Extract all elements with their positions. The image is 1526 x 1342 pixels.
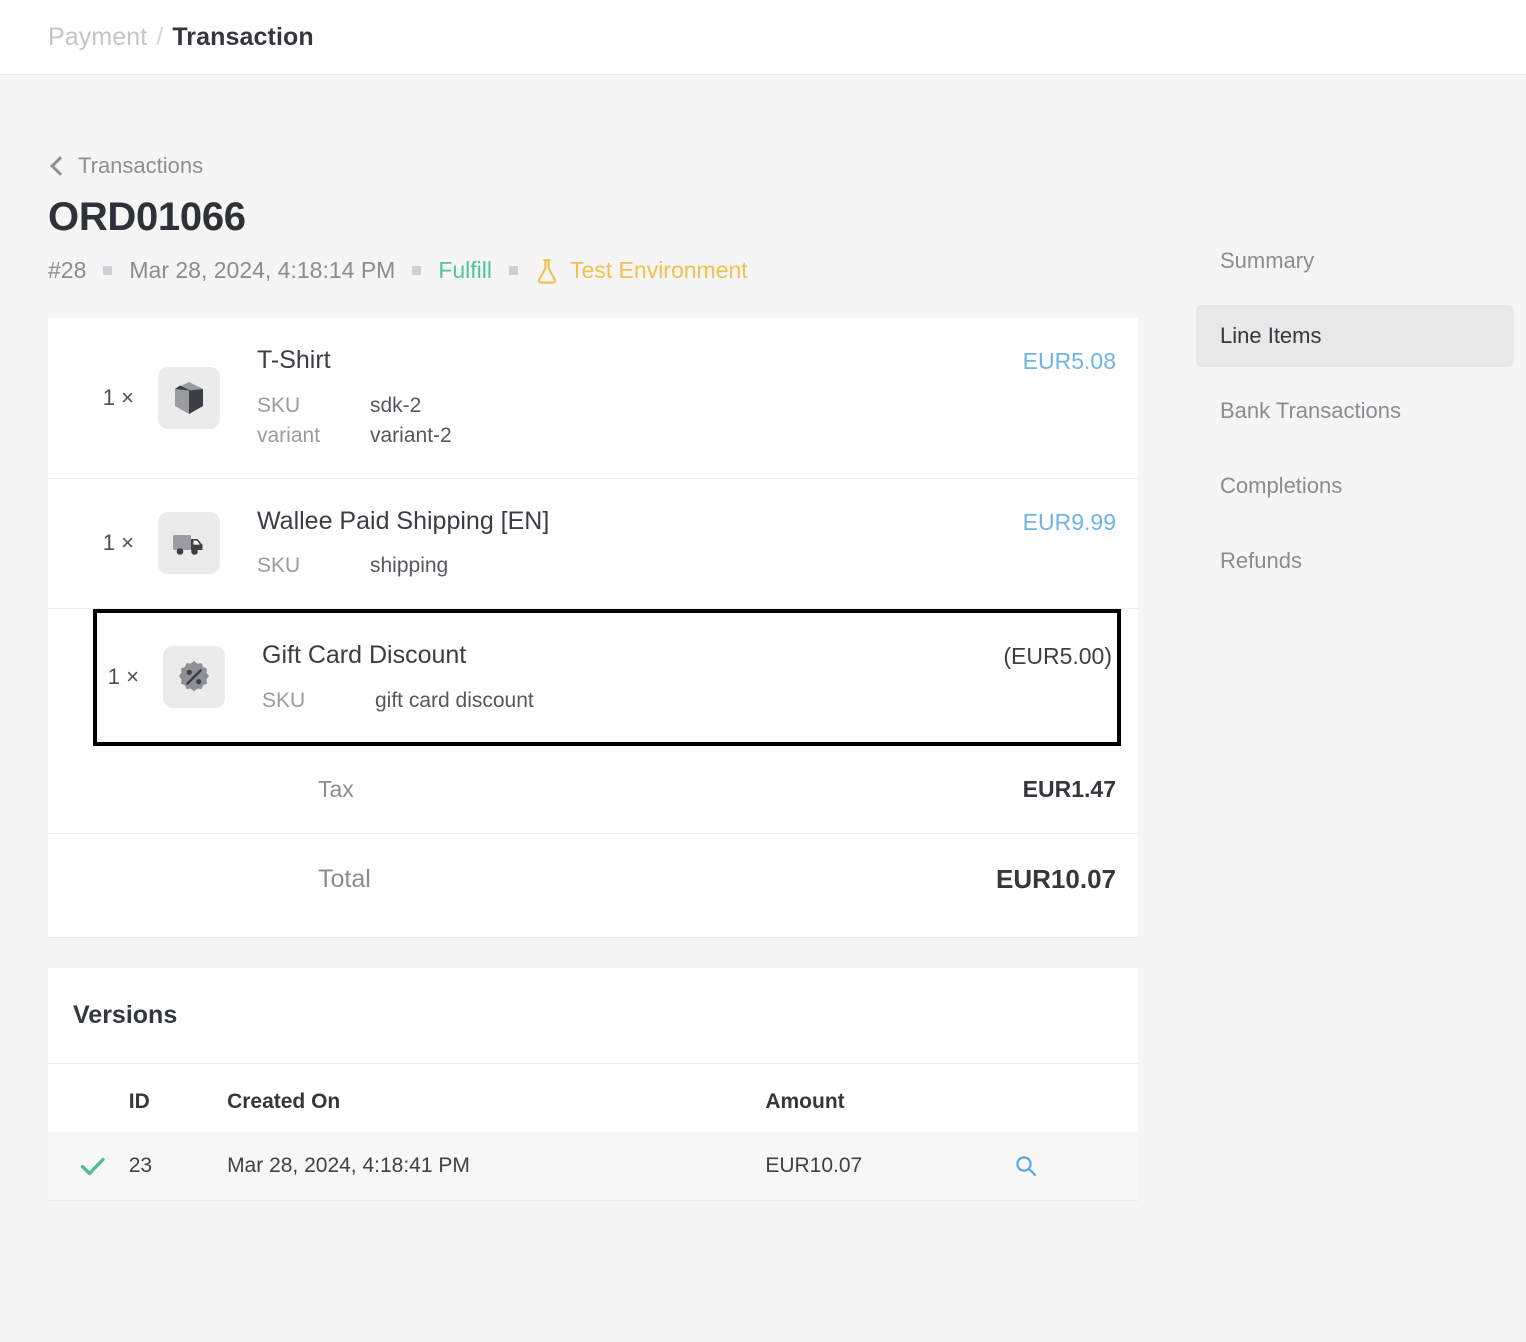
total-label: Total <box>48 865 996 894</box>
line-item-row-highlighted[interactable]: 1 × Gift Card Discount SKU gift card <box>93 609 1121 746</box>
nav-item-label: Summary <box>1220 248 1314 273</box>
attribute-key: SKU <box>257 391 370 421</box>
transaction-meta: #28 Mar 28, 2024, 4:18:14 PM Fulfill Tes… <box>48 257 1138 284</box>
line-item-quantity: 1 × <box>97 664 163 690</box>
line-item-amount[interactable]: EUR9.99 <box>966 505 1116 536</box>
column-header-amount: Amount <box>765 1064 1013 1132</box>
main-content: Transactions ORD01066 #28 Mar 28, 2024, … <box>48 75 1138 1201</box>
nav-item-label: Line Items <box>1220 323 1322 348</box>
line-item-attributes: SKU gift card discount <box>262 686 962 716</box>
search-icon[interactable] <box>1014 1154 1038 1178</box>
versions-card: Versions ID Created On Amount <box>48 968 1138 1201</box>
line-item-attributes: SKU sdk-2 variant variant-2 <box>257 391 966 452</box>
line-item-attribute: SKU shipping <box>257 551 966 581</box>
flask-icon <box>535 258 559 284</box>
back-to-transactions-link[interactable]: Transactions <box>48 151 238 181</box>
nav-item-refunds[interactable]: Refunds <box>1196 530 1514 592</box>
transaction-created-on: Mar 28, 2024, 4:18:14 PM <box>129 257 395 284</box>
table-row[interactable]: 23 Mar 28, 2024, 4:18:41 PM EUR10.07 <box>48 1132 1138 1200</box>
nav-item-label: Bank Transactions <box>1220 398 1401 423</box>
meta-separator-icon <box>412 266 421 275</box>
breadcrumb-current: Transaction <box>172 23 313 52</box>
line-item-attribute: SKU sdk-2 <box>257 391 966 421</box>
tax-value: EUR1.47 <box>1023 776 1116 803</box>
versions-table: ID Created On Amount 23 Ma <box>48 1064 1138 1200</box>
column-header-status <box>48 1064 129 1132</box>
total-value: EUR10.07 <box>996 864 1116 895</box>
nav-item-completions[interactable]: Completions <box>1196 455 1514 517</box>
section-nav: Summary Line Items Bank Transactions Com… <box>1196 230 1514 605</box>
nav-item-label: Completions <box>1220 473 1342 498</box>
package-box-icon <box>169 378 209 418</box>
discount-percent-icon <box>174 657 214 697</box>
line-item-info: Wallee Paid Shipping [EN] SKU shipping <box>220 505 966 582</box>
chevron-left-icon <box>48 157 66 175</box>
tax-label: Tax <box>48 776 1023 803</box>
environment-badge: Test Environment <box>535 257 748 284</box>
version-amount: EUR10.07 <box>765 1132 1013 1200</box>
line-item-thumbnail <box>158 512 220 574</box>
column-header-created-on: Created On <box>227 1064 765 1132</box>
delivery-truck-icon <box>169 523 209 563</box>
version-id: 23 <box>129 1132 227 1200</box>
line-items-card: 1 × T-Shirt SKU sdk-2 <box>48 318 1138 938</box>
nav-item-summary[interactable]: Summary <box>1196 230 1514 292</box>
version-actions-cell[interactable] <box>1014 1132 1138 1200</box>
attribute-value: gift card discount <box>375 686 534 716</box>
line-item-thumbnail <box>163 646 225 708</box>
line-item-amount[interactable]: EUR5.08 <box>966 344 1116 375</box>
line-item-thumbnail <box>158 367 220 429</box>
line-item-quantity: 1 × <box>48 385 158 411</box>
environment-label: Test Environment <box>570 257 748 284</box>
attribute-value: variant-2 <box>370 421 452 451</box>
page-title: ORD01066 <box>48 195 1138 240</box>
versions-title: Versions <box>48 968 1138 1064</box>
attribute-key: SKU <box>257 551 370 581</box>
page-body: Transactions ORD01066 #28 Mar 28, 2024, … <box>0 75 1526 1342</box>
breadcrumb-separator: / <box>156 23 163 52</box>
nav-item-label: Refunds <box>1220 548 1302 573</box>
line-item-quantity: 1 × <box>48 530 158 556</box>
table-header-row: ID Created On Amount <box>48 1064 1138 1132</box>
column-header-actions <box>1014 1064 1138 1132</box>
attribute-key: SKU <box>262 686 375 716</box>
check-icon <box>80 1155 106 1177</box>
meta-separator-icon <box>103 266 112 275</box>
attribute-value: shipping <box>370 551 448 581</box>
line-item-title: T-Shirt <box>257 346 966 375</box>
line-item-attributes: SKU shipping <box>257 551 966 581</box>
line-item-info: Gift Card Discount SKU gift card discoun… <box>225 639 962 716</box>
line-item-title: Gift Card Discount <box>262 641 962 670</box>
attribute-value: sdk-2 <box>370 391 421 421</box>
line-item-info: T-Shirt SKU sdk-2 variant variant-2 <box>220 344 966 452</box>
meta-separator-icon <box>509 266 518 275</box>
nav-item-line-items[interactable]: Line Items <box>1196 305 1514 367</box>
line-item-title: Wallee Paid Shipping [EN] <box>257 507 966 536</box>
tax-row: Tax EUR1.47 <box>48 746 1138 834</box>
version-status-cell <box>48 1132 129 1200</box>
breadcrumb-bar: Payment / Transaction <box>0 0 1526 75</box>
transaction-state: Fulfill <box>438 257 492 284</box>
nav-item-bank-transactions[interactable]: Bank Transactions <box>1196 380 1514 442</box>
line-item-attribute: SKU gift card discount <box>262 686 962 716</box>
total-row: Total EUR10.07 <box>48 834 1138 937</box>
line-item-amount: (EUR5.00) <box>962 639 1112 670</box>
transaction-number: #28 <box>48 257 86 284</box>
line-item-attribute: variant variant-2 <box>257 421 966 451</box>
back-link-label: Transactions <box>78 153 203 179</box>
attribute-key: variant <box>257 421 370 451</box>
version-created-on: Mar 28, 2024, 4:18:41 PM <box>227 1132 765 1200</box>
column-header-id: ID <box>129 1064 227 1132</box>
breadcrumb-parent[interactable]: Payment <box>48 23 147 52</box>
line-item-row[interactable]: 1 × Wallee Paid Shipping [EN] SKU <box>48 479 1138 609</box>
line-item-row[interactable]: 1 × T-Shirt SKU sdk-2 <box>48 318 1138 479</box>
